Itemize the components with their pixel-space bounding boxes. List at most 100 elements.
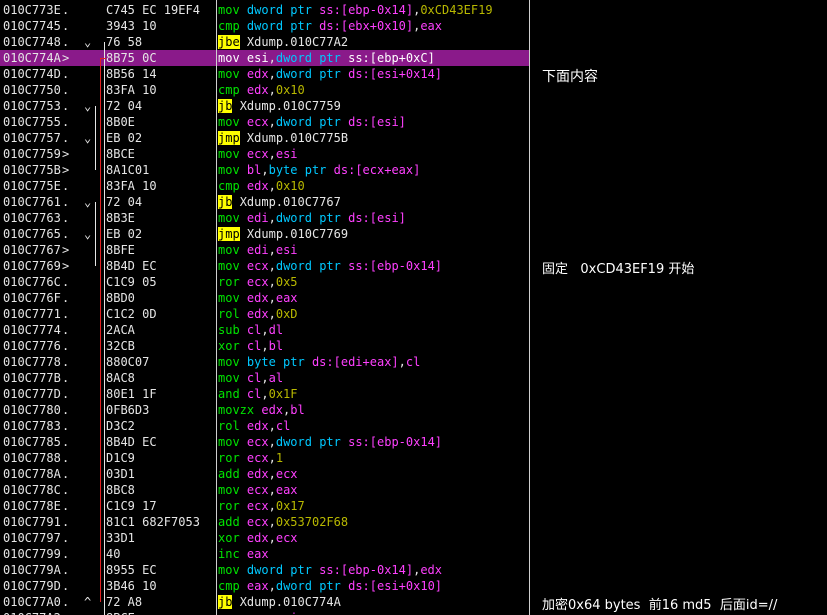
operand: 0x53702F68	[275, 515, 349, 529]
comment-note-fixed-start: 固定 0xCD43EF19 开始	[542, 262, 695, 277]
disasm-row[interactable]: 010C775E. 83FA 10 cmp edx,0x10	[0, 178, 529, 194]
disasm-row[interactable]: 010C77A0. ^ 72 A8 jb Xdump.010C774A	[0, 594, 529, 610]
operand: cl	[275, 419, 291, 433]
disasm-row[interactable]: 010C7745. 3943 10 cmp dword ptr ds:[ebx+0x…	[0, 18, 529, 34]
address: 010C7753	[3, 99, 61, 113]
disasm-row[interactable]: 010C774A >8B75 0C mov esi,dword ptr ss:[eb…	[0, 50, 529, 66]
operand: dword ptr	[275, 435, 349, 449]
disasm-row[interactable]: 010C775B >8A1C01 mov bl,byte ptr ds:[ecx+e…	[0, 162, 529, 178]
mnemonic: ror	[218, 499, 240, 513]
disasm-row[interactable]: 010C7759 >8BCE mov ecx,esi	[0, 146, 529, 162]
jump-marker: >	[62, 243, 70, 257]
disasm-row[interactable]: 010C7788. D1C9 ror ecx,1	[0, 450, 529, 466]
disasm-row[interactable]: 010C774D. 8B56 14 mov edx,dword ptr ds:[es…	[0, 66, 529, 82]
mnemonic: rol	[218, 419, 240, 433]
disasm-row[interactable]: 010C7765. ⌄ EB 02 jmp Xdump.010C7769	[0, 226, 529, 242]
disasm-row[interactable]: 010C7763. 8B3E mov edi,dword ptr ds:[esi]	[0, 210, 529, 226]
jump-marker: .	[62, 115, 70, 129]
disasm-row[interactable]: 010C7776. 32CB xor cl,bl	[0, 338, 529, 354]
disasm-row[interactable]: 010C778E. C1C9 17 ror ecx,0x17	[0, 498, 529, 514]
disasm-row[interactable]: 010C7774. 2ACA sub cl,dl	[0, 322, 529, 338]
jump-marker: .	[62, 35, 70, 49]
disassembly-listing[interactable]: 010C773E. C745 EC 19EF4 mov dword ptr ss:[…	[0, 0, 529, 615]
disasm-row[interactable]: 010C7769 >8B4D EC mov ecx,dword ptr ss:[eb…	[0, 258, 529, 274]
disasm-row[interactable]: 010C778C. 8BC8 mov ecx,eax	[0, 482, 529, 498]
operand: ,	[261, 339, 269, 353]
disasm-row[interactable]: 010C776F. 8BD0 mov edx,eax	[0, 290, 529, 306]
address: 010C7780	[3, 403, 61, 417]
disasm-row[interactable]: 010C7755. 8B0E mov ecx,dword ptr ds:[esi]	[0, 114, 529, 130]
disasm-row[interactable]: 010C773E. C745 EC 19EF4 mov dword ptr ss:[…	[0, 2, 529, 18]
disasm-row[interactable]: 010C7799. 40 inc eax	[0, 546, 529, 562]
opcode-bytes: 3943 10	[106, 19, 157, 33]
mnemonic: mov	[218, 147, 240, 161]
address: 010C774A	[3, 51, 61, 65]
disasm-row[interactable]: 010C779A. 8955 EC mov dword ptr ss:[ebp-0x…	[0, 562, 529, 578]
mnemonic: mov	[218, 611, 240, 615]
instruction: mov ecx,esi	[218, 610, 298, 615]
jump-bracket	[104, 42, 105, 615]
operand: ,	[268, 51, 276, 65]
instruction: sub cl,dl	[218, 322, 283, 338]
disasm-row[interactable]: 010C7753. ⌄ 72 04 jb Xdump.010C7759	[0, 98, 529, 114]
disasm-row[interactable]: 010C7780. 0FB6D3 movzx edx,bl	[0, 402, 529, 418]
opcode-bytes: C1C9 17	[106, 499, 157, 513]
disasm-row[interactable]: 010C7778. 880C07 mov byte ptr ds:[edi+eax]…	[0, 354, 529, 370]
instruction: cmp eax,dword ptr ds:[esi+0x10]	[218, 578, 442, 594]
disasm-row[interactable]: 010C7761. ⌄ 72 04 jb Xdump.010C7767	[0, 194, 529, 210]
opcode-bytes: 32CB	[106, 339, 135, 353]
jump-marker: .	[62, 403, 70, 417]
operand: 0xCD43EF19	[420, 3, 493, 17]
address: 010C77A0	[3, 595, 61, 609]
mnemonic: cmp	[218, 19, 240, 33]
disasm-row[interactable]: 010C779D. 3B46 10 cmp eax,dword ptr ds:[es…	[0, 578, 529, 594]
mnemonic: add	[218, 515, 240, 529]
operand: ecx	[246, 275, 269, 289]
mnemonic: mov	[218, 67, 240, 81]
jump-marker: .	[62, 291, 70, 305]
address: 010C7778	[3, 355, 61, 369]
jump-marker: .	[62, 371, 70, 385]
jump-marker: .	[62, 275, 70, 289]
mnemonic: add	[218, 467, 240, 481]
disasm-row[interactable]: 010C7757. ⌄ EB 02 jmp Xdump.010C775B	[0, 130, 529, 146]
instruction: jmp Xdump.010C7769	[218, 226, 348, 242]
mnemonic: sub	[218, 323, 240, 337]
comments-panel[interactable]: 下面内容 固定 0xCD43EF19 开始 加密0x64 bytes 前16 m…	[530, 0, 827, 615]
operand: ecx	[246, 259, 269, 273]
disasm-row[interactable]: 010C7783. D3C2 rol edx,cl	[0, 418, 529, 434]
operand: eax	[275, 483, 298, 497]
disasm-row[interactable]: 010C7771. C1C2 0D rol edx,0xD	[0, 306, 529, 322]
address: 010C773E	[3, 3, 61, 17]
operand: esi	[275, 147, 298, 161]
disasm-row[interactable]: 010C778A. 03D1 add edx,ecx	[0, 466, 529, 482]
instruction: mov edi,dword ptr ds:[esi]	[218, 210, 406, 226]
disasm-row[interactable]: 010C777D. 80E1 1F and cl,0x1F	[0, 386, 529, 402]
disasm-row[interactable]: 010C7785. 8B4D EC mov ecx,dword ptr ss:[eb…	[0, 434, 529, 450]
jump-marker: .	[62, 499, 70, 513]
jump-marker: .	[62, 323, 70, 337]
disasm-row[interactable]: 010C777B. 8AC8 mov cl,al	[0, 370, 529, 386]
disasm-row[interactable]: 010C7748. ⌄ 76 58 jbe Xdump.010C77A2	[0, 34, 529, 50]
instruction: ror ecx,0x5	[218, 274, 298, 290]
jump-marker: .	[62, 67, 70, 81]
operand: ecx	[246, 483, 269, 497]
disasm-row[interactable]: 010C7797. 33D1 xor edx,ecx	[0, 530, 529, 546]
operand: ds:[edi+eax]	[311, 355, 399, 369]
opcode-bytes: 3B46 10	[106, 579, 157, 593]
disasm-row[interactable]: 010C7767 >8BFE mov edi,esi	[0, 242, 529, 258]
instruction: mov ecx,dword ptr ss:[ebp-0x14]	[218, 434, 442, 450]
disasm-row[interactable]: 010C7791. 81C1 682F7053 add ecx,0x53702F68	[0, 514, 529, 530]
mnemonic: mov	[218, 115, 240, 129]
jump-marker: .	[62, 531, 70, 545]
operand: edx	[261, 403, 284, 417]
disasm-row[interactable]: 010C77A2. 8BCE mov ecx,esi	[0, 610, 529, 615]
operand: ,	[268, 515, 276, 529]
disasm-row[interactable]: 010C776C. C1C9 05 ror ecx,0x5	[0, 274, 529, 290]
operand: 0x10	[275, 83, 305, 97]
jump-marker: >	[62, 51, 70, 65]
jump-marker: >	[62, 259, 70, 273]
operand: al	[268, 371, 284, 385]
jump-marker: .	[62, 3, 70, 17]
disasm-row[interactable]: 010C7750. 83FA 10 cmp edx,0x10	[0, 82, 529, 98]
